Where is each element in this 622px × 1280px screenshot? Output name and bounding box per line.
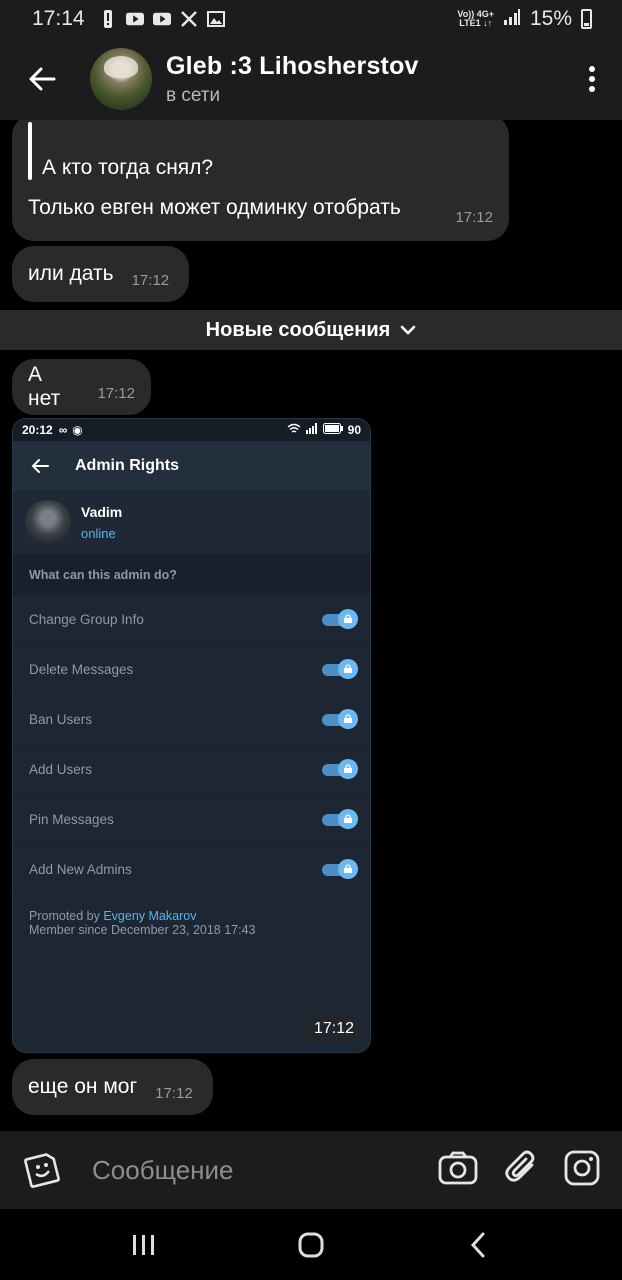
more-vertical-icon xyxy=(589,66,595,92)
camera-button[interactable] xyxy=(438,1151,478,1190)
message-text: А нет xyxy=(28,363,61,410)
image-right-row: Add Users xyxy=(13,745,370,795)
chevron-down-icon xyxy=(401,325,416,335)
lock-icon xyxy=(344,614,352,623)
avatar[interactable] xyxy=(90,48,152,110)
battery-icon xyxy=(322,423,343,437)
toggle xyxy=(322,808,358,829)
image-title: Admin Rights xyxy=(75,457,179,474)
message-input[interactable]: Сообщение xyxy=(92,1155,234,1186)
chat-header: Gleb :3 Lihosherstov в сети xyxy=(0,38,622,120)
message-text: Только евген может одминку отобрать xyxy=(28,196,401,219)
more-options-button[interactable] xyxy=(562,38,622,120)
chat-title: Gleb :3 Lihosherstov xyxy=(166,51,419,80)
image-footer: Promoted by Evgeny Makarov Member since … xyxy=(13,895,370,951)
lock-icon xyxy=(344,764,352,773)
message-text: еще он мог xyxy=(28,1075,138,1098)
divider-label: Новые сообщения xyxy=(205,318,391,341)
image-toolbar: Admin Rights xyxy=(13,441,370,491)
recent-apps-button[interactable] xyxy=(114,1215,174,1275)
chevron-left-icon xyxy=(471,1232,485,1257)
network-indicator: Vo)) 4G+ LTE1 ↓↑ xyxy=(457,9,494,28)
image-user-row: Vadim online xyxy=(13,491,370,555)
toggle xyxy=(322,708,358,729)
youtube-icon xyxy=(125,11,144,27)
new-messages-divider: Новые сообщения xyxy=(0,310,622,350)
chrome-icon: ◉ xyxy=(72,423,83,437)
toggle xyxy=(322,658,358,679)
message-time: 17:12 xyxy=(97,384,135,402)
chat-area[interactable]: А кто тогда снял? Только евген может одм… xyxy=(0,120,622,1131)
instagram-icon xyxy=(564,1150,600,1185)
message-time: 17:12 xyxy=(155,1084,193,1102)
status-time: 17:14 xyxy=(32,7,85,30)
image-right-row: Pin Messages xyxy=(13,795,370,845)
message-bubble-reply[interactable]: А кто тогда снял? Только евген может одм… xyxy=(12,120,509,241)
quote-bar xyxy=(28,122,32,180)
image-right-row: Add New Admins xyxy=(13,845,370,895)
home-icon xyxy=(298,1232,324,1257)
avatar xyxy=(25,499,71,546)
toggle xyxy=(322,608,358,629)
battery-text: 15% xyxy=(529,7,572,30)
image-right-row: Delete Messages xyxy=(13,645,370,695)
lock-icon xyxy=(344,864,352,873)
sticker-button[interactable] xyxy=(0,1131,84,1209)
system-nav-bar xyxy=(0,1209,622,1280)
message-bubble[interactable]: А нет 17:12 xyxy=(12,359,151,415)
image-right-row: Change Group Info xyxy=(13,595,370,645)
sticker-icon xyxy=(24,1153,60,1188)
instagram-button[interactable] xyxy=(564,1150,600,1191)
toggle xyxy=(322,758,358,779)
quoted-text: А кто тогда снял? xyxy=(42,156,214,179)
image-user-name: Vadim xyxy=(81,504,123,520)
chat-title-block[interactable]: Gleb :3 Lihosherstov в сети xyxy=(166,52,419,107)
message-time: 17:12 xyxy=(131,271,170,289)
back-nav-button[interactable] xyxy=(448,1215,508,1275)
image-user-status: online xyxy=(81,526,116,541)
lock-icon xyxy=(344,714,352,723)
tools-icon xyxy=(180,11,198,27)
paperclip-icon xyxy=(505,1150,535,1182)
image-message[interactable]: 20:12 ∞ ◉ 90 Admin Rights Vadim online W… xyxy=(12,418,371,1053)
youtube-icon-2 xyxy=(152,11,171,27)
camera-icon xyxy=(438,1151,478,1184)
image-status-bar: 20:12 ∞ ◉ 90 xyxy=(13,419,370,441)
attach-button[interactable] xyxy=(504,1150,538,1191)
image-section-header: What can this admin do? xyxy=(13,555,370,595)
signal-icon xyxy=(305,423,318,437)
promoted-by-link: Evgeny Makarov xyxy=(103,909,197,923)
image-time: 17:12 xyxy=(303,1016,364,1042)
back-button[interactable] xyxy=(0,38,84,120)
chat-status: в сети xyxy=(166,84,221,106)
alert-icon xyxy=(99,10,117,28)
arrow-left-icon xyxy=(31,459,49,473)
message-text: или дать xyxy=(28,262,114,285)
recent-apps-icon xyxy=(132,1234,154,1255)
arrow-left-icon xyxy=(29,67,56,91)
message-bubble[interactable]: или дать 17:12 xyxy=(12,246,189,302)
message-input-bar: Сообщение xyxy=(0,1131,622,1209)
signal-icon xyxy=(503,7,521,31)
lock-icon xyxy=(344,664,352,673)
gallery-icon xyxy=(206,11,225,27)
wifi-icon xyxy=(287,423,301,437)
status-bar: 17:14 Vo)) 4G+ LTE1 ↓↑ 15% xyxy=(0,0,622,38)
toggle xyxy=(322,858,358,879)
message-time: 17:12 xyxy=(455,209,493,226)
message-bubble[interactable]: еще он мог 17:12 xyxy=(12,1059,213,1115)
lock-icon xyxy=(344,814,352,823)
image-right-row: Ban Users xyxy=(13,695,370,745)
battery-icon xyxy=(581,9,592,29)
infinity-icon: ∞ xyxy=(58,423,68,437)
home-button[interactable] xyxy=(281,1215,341,1275)
